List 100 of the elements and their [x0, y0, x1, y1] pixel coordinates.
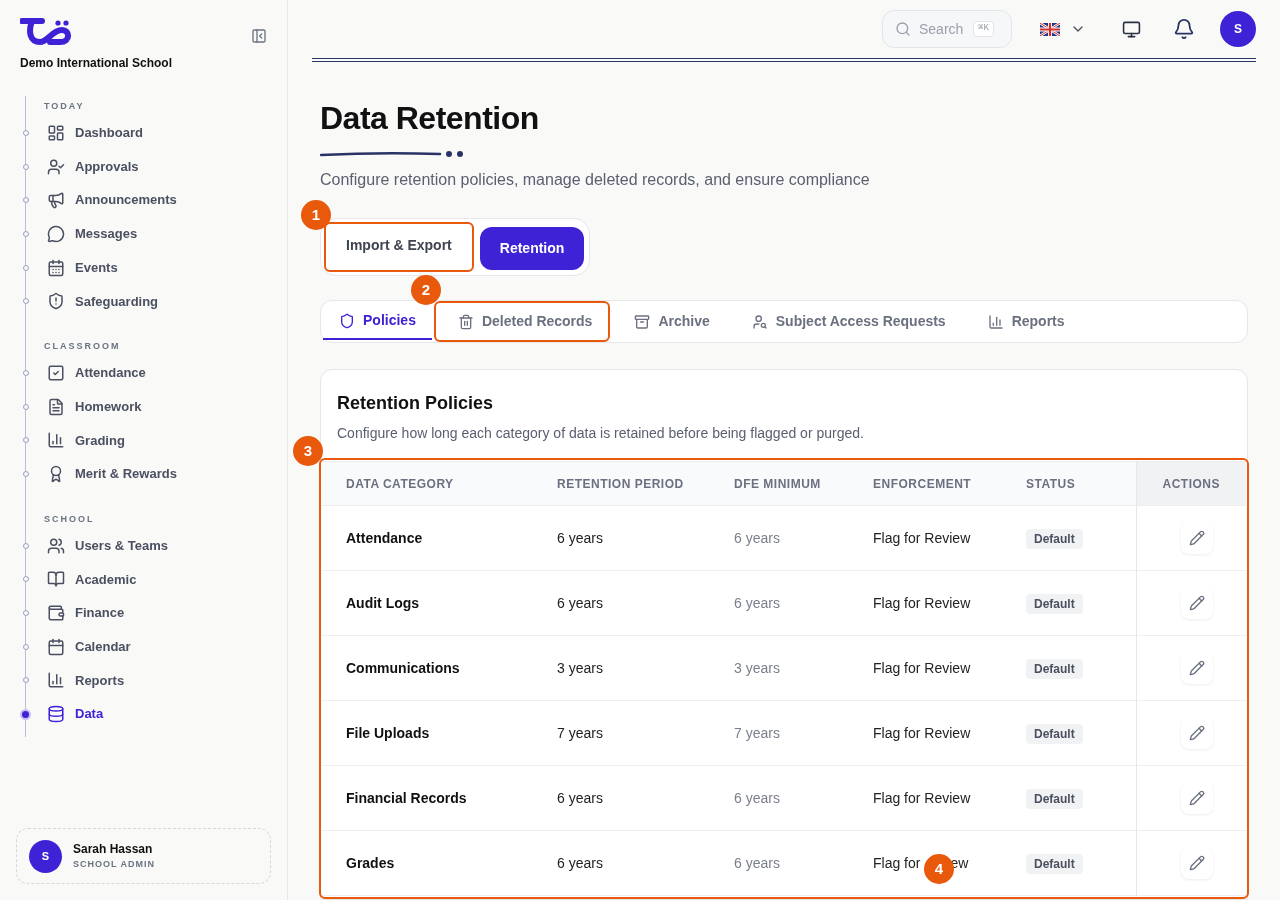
section-heading: TODAY	[44, 100, 86, 113]
status-badge: Default	[1026, 789, 1083, 809]
logo-icon	[20, 18, 74, 46]
nav-item[interactable]: Data	[47, 704, 104, 724]
table-cell: 6 years	[734, 570, 873, 636]
section-heading: CLASSROOM	[44, 340, 122, 354]
user-card[interactable]: S Sarah Hassan SCHOOL ADMIN	[16, 828, 271, 884]
edit-button[interactable]	[1180, 847, 1213, 879]
table-cell: Flag for Review	[873, 789, 971, 806]
column-header: ACTIONS	[1136, 461, 1246, 506]
pencil-icon	[1188, 530, 1205, 546]
pencil-icon	[1188, 855, 1205, 871]
pencil-icon	[1188, 790, 1205, 806]
tab[interactable]: Subject Access Requests	[735, 303, 962, 340]
flag-icon	[1040, 22, 1060, 36]
card-description: Configure how long each category of data is retained before being flagged or purged.	[337, 424, 865, 443]
nav-item[interactable]: Approvals	[47, 156, 139, 177]
dashboard-icon	[47, 123, 65, 142]
nav-item[interactable]: Events	[47, 257, 118, 278]
edit-button[interactable]	[1180, 522, 1213, 554]
pencil-icon	[1188, 725, 1205, 741]
tab[interactable]: Reports	[971, 303, 1081, 340]
table-cell: 7 years	[734, 700, 873, 766]
display-button[interactable]	[1122, 19, 1141, 39]
megaphone-icon	[47, 191, 65, 210]
checkbox-icon	[47, 363, 65, 382]
shield-icon	[339, 312, 355, 329]
status-badge: Default	[1026, 854, 1083, 874]
pencil-icon	[1188, 660, 1205, 676]
nav-item[interactable]: Homework	[47, 396, 142, 417]
table-cell: 6 years	[734, 830, 873, 896]
wallet-icon	[47, 604, 65, 623]
column-header: RETENTION PERIOD	[557, 461, 734, 506]
nav-item[interactable]: Messages	[47, 224, 138, 244]
status-badge: Default	[1026, 724, 1083, 744]
bar-chart-icon	[47, 431, 65, 450]
status-badge: Default	[1026, 594, 1083, 614]
table-cell: 3 years	[734, 635, 873, 701]
user-name: Sarah Hassan	[73, 841, 154, 859]
table-cell: 6 years	[734, 505, 873, 571]
document-icon	[47, 397, 65, 416]
table-cell: Grades	[322, 830, 557, 896]
nav-item[interactable]: Grading	[47, 430, 125, 451]
table-cell: 6 years	[734, 765, 873, 831]
bar-chart-icon	[47, 671, 65, 690]
nav-item[interactable]: Finance	[47, 603, 125, 623]
calendar-icon	[47, 637, 65, 656]
table-cell: Audit Logs	[322, 570, 557, 636]
nav-item[interactable]: Academic	[47, 569, 137, 590]
table-cell: 6 years	[557, 570, 734, 636]
annotation-marker: 2	[410, 275, 441, 305]
nav-item[interactable]: Calendar	[47, 637, 131, 657]
bar-chart-icon	[987, 313, 1004, 330]
database-icon	[47, 705, 65, 724]
chat-bubble-icon	[47, 224, 65, 243]
table-cell: 3 years	[557, 635, 734, 701]
nav-item[interactable]: Attendance	[47, 363, 146, 383]
nav-item[interactable]: Merit & Rewards	[47, 464, 177, 484]
table-cell: Flag for Review	[873, 659, 971, 676]
table-cell: Financial Records	[322, 765, 557, 831]
nav-item[interactable]: Announcements	[47, 190, 177, 210]
pencil-icon	[1188, 595, 1205, 611]
column-header: DATA CATEGORY	[322, 461, 557, 506]
edit-button[interactable]	[1180, 782, 1213, 814]
nav-item[interactable]: Reports	[47, 670, 125, 691]
trash-icon	[457, 313, 474, 330]
column-header: ENFORCEMENT	[873, 461, 1026, 506]
calendar-icon	[47, 258, 65, 277]
archive-icon	[634, 313, 651, 330]
user-search-icon	[751, 313, 768, 330]
section-heading: SCHOOL	[44, 512, 96, 526]
status-badge: Default	[1026, 659, 1083, 679]
table-cell: File Uploads	[322, 700, 557, 766]
shortcut-key: ⌘K	[973, 21, 994, 37]
table-cell: Flag for	[873, 854, 921, 871]
table-cell: Flag for Review	[873, 529, 971, 546]
notifications-button[interactable]	[1173, 18, 1195, 40]
table-cell: 6 years	[557, 765, 734, 831]
profile-avatar[interactable]: S	[1220, 11, 1256, 47]
search-field[interactable]: Search	[919, 18, 965, 40]
edit-button[interactable]	[1180, 587, 1213, 619]
table-cell: 6 years	[557, 830, 734, 896]
page-title: Data Retention	[320, 99, 540, 138]
column-header: DFE MINIMUM	[734, 461, 873, 506]
page-subtitle: Configure retention policies, manage deleted records, and ensure compliance	[320, 170, 871, 190]
nav-item[interactable]: Dashboard	[47, 123, 143, 143]
shield-icon	[47, 292, 65, 311]
annotation-marker: 1	[301, 200, 331, 230]
edit-button[interactable]	[1180, 652, 1213, 684]
nav-item[interactable]: Users & Teams	[47, 535, 168, 556]
edit-button[interactable]	[1180, 717, 1213, 749]
column-header: STATUS	[1026, 461, 1136, 506]
table-cell: 7 years	[557, 700, 734, 766]
users-icon	[47, 536, 65, 555]
nav-item[interactable]: Safeguarding	[47, 291, 159, 312]
tab[interactable]: Deleted Records	[441, 303, 609, 340]
table-cell: Flag for Review	[873, 724, 971, 741]
tab[interactable]: Archive	[618, 303, 726, 340]
segment-tab[interactable]: Retention	[479, 227, 585, 270]
collapse-sidebar-button[interactable]	[251, 28, 267, 44]
